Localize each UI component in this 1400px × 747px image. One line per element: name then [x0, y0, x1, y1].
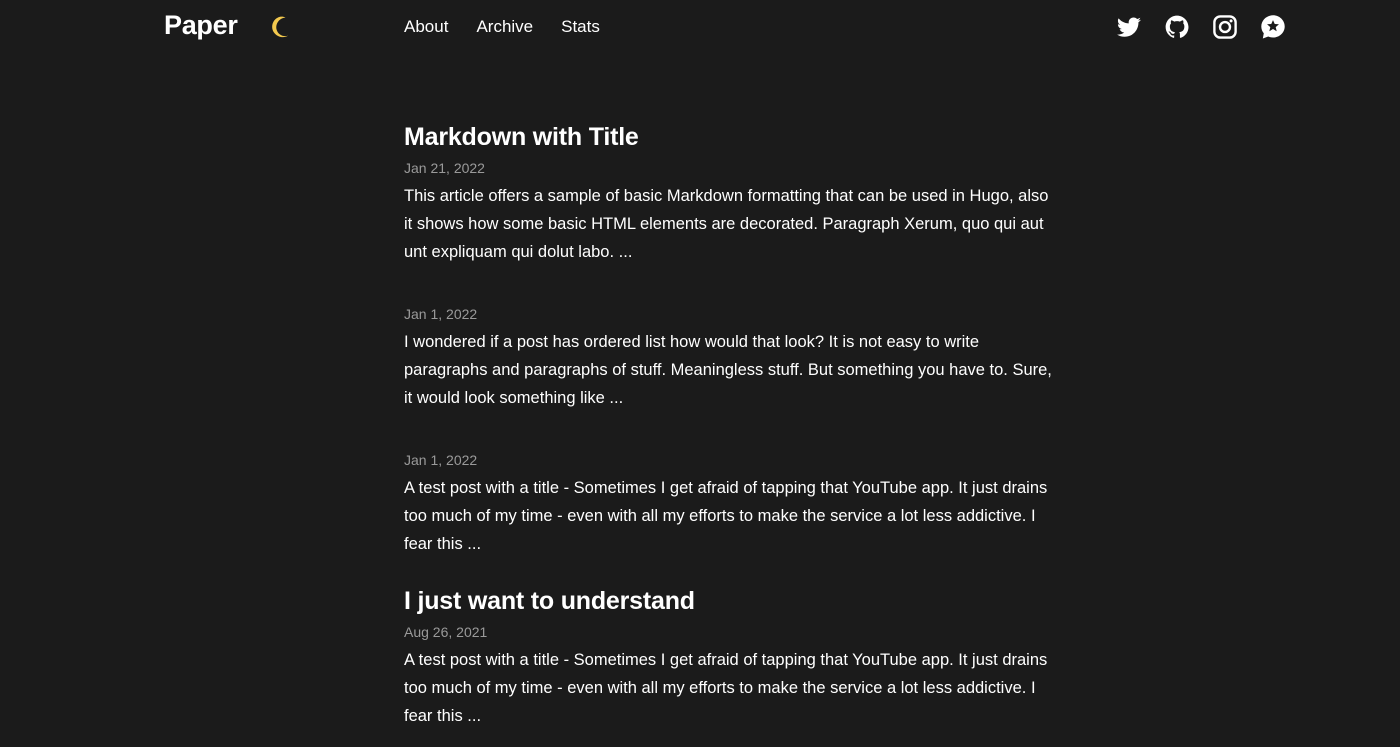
- nav-about-link[interactable]: About: [404, 17, 448, 37]
- post-item: Jan 1, 2022 I wondered if a post has ord…: [404, 304, 1054, 412]
- post-item: I just want to understand Aug 26, 2021 A…: [404, 582, 1054, 730]
- twitter-link[interactable]: [1116, 14, 1142, 40]
- post-item: Markdown with Title Jan 21, 2022 This ar…: [404, 118, 1054, 266]
- post-title-link[interactable]: I just want to understand: [404, 582, 1054, 620]
- post-summary: I wondered if a post has ordered list ho…: [404, 333, 1052, 407]
- github-icon: [1165, 15, 1189, 38]
- star-chat-link[interactable]: [1260, 14, 1286, 40]
- site-brand-name: Paper: [164, 10, 238, 40]
- twitter-icon: [1117, 17, 1141, 37]
- post-date: Jan 1, 2022: [404, 452, 478, 468]
- post-date: Aug 26, 2021: [404, 624, 488, 640]
- post-date: Jan 1, 2022: [404, 306, 478, 322]
- github-link[interactable]: [1164, 14, 1190, 40]
- site-header: Paper About Archive Stats: [0, 0, 1400, 56]
- instagram-icon: [1213, 15, 1237, 39]
- post-list: Markdown with Title Jan 21, 2022 This ar…: [404, 118, 1054, 730]
- post-spacer: [404, 266, 1054, 304]
- instagram-link[interactable]: [1212, 14, 1238, 40]
- post-spacer: [404, 412, 1054, 450]
- moon-icon: [272, 16, 289, 38]
- social-links: [1116, 14, 1286, 40]
- post-summary: A test post with a title - Sometimes I g…: [404, 479, 1048, 553]
- site-brand-link[interactable]: Paper: [164, 10, 238, 41]
- nav-stats-link[interactable]: Stats: [561, 17, 600, 37]
- post-summary: A test post with a title - Sometimes I g…: [404, 651, 1048, 725]
- post-title-link[interactable]: Markdown with Title: [404, 118, 1054, 156]
- main-nav: About Archive Stats: [404, 17, 600, 37]
- post-date: Jan 21, 2022: [404, 160, 485, 176]
- post-spacer: [404, 558, 1054, 582]
- theme-toggle-button[interactable]: [268, 14, 294, 40]
- post-summary: This article offers a sample of basic Ma…: [404, 187, 1049, 261]
- star-chat-icon: [1261, 15, 1285, 39]
- post-item: Jan 1, 2022 A test post with a title - S…: [404, 450, 1054, 558]
- nav-archive-link[interactable]: Archive: [476, 17, 533, 37]
